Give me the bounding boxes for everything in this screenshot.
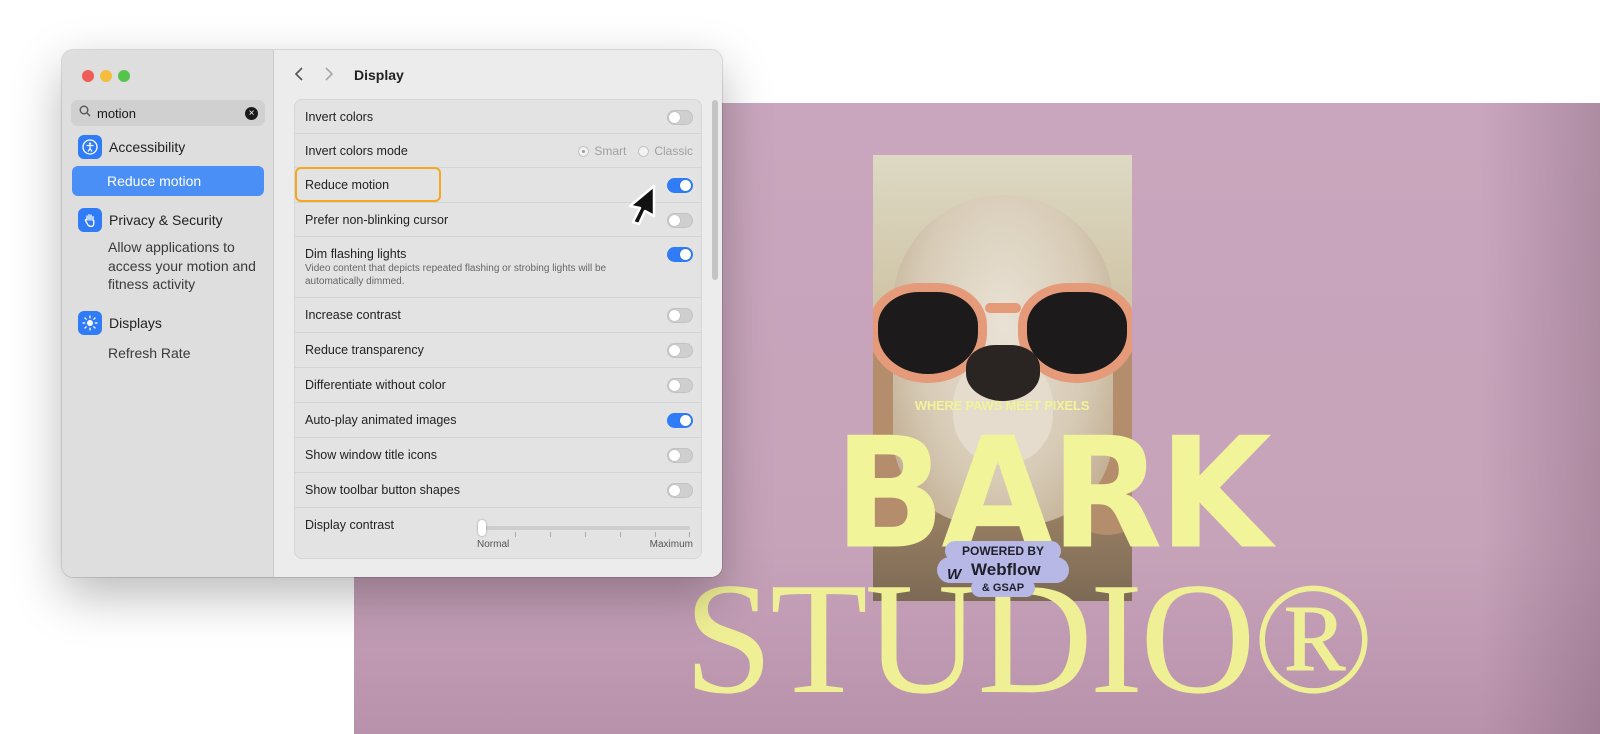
- invert-mode-radio-group: Smart Classic: [578, 144, 693, 158]
- row-differentiate-without-color: Differentiate without color: [295, 368, 701, 403]
- sunglasses-bridge: [985, 303, 1021, 313]
- row-display-contrast: Display contrast Normal Maximum: [295, 508, 701, 558]
- toggle-window-title-icons[interactable]: [667, 448, 693, 463]
- row-label: Dim flashing lights: [305, 247, 407, 261]
- radio-label: Smart: [594, 144, 627, 158]
- row-show-window-title-icons: Show window title icons: [295, 438, 701, 473]
- radio-smart[interactable]: Smart: [578, 144, 626, 158]
- radio-dot: [638, 145, 650, 157]
- chevron-right-icon[interactable]: [324, 66, 334, 87]
- minimize-window-button[interactable]: [100, 70, 112, 82]
- row-invert-colors-mode: Invert colors mode Smart Classic: [295, 134, 701, 168]
- row-increase-contrast: Increase contrast: [295, 298, 701, 333]
- slider-tick: [550, 532, 551, 537]
- row-reduce-transparency: Reduce transparency: [295, 333, 701, 368]
- sidebar-item-label: Accessibility: [109, 139, 186, 155]
- toggle-increase-contrast[interactable]: [667, 308, 693, 323]
- sun-icon: [78, 311, 102, 335]
- row-label: Reduce transparency: [305, 343, 424, 357]
- sidebar-item-reduce-motion[interactable]: Reduce motion: [72, 166, 264, 196]
- slider-tick: [689, 532, 690, 537]
- toggle-reduce-transparency[interactable]: [667, 343, 693, 358]
- sidebar: × Accessibility Reduce motion Privacy & …: [62, 50, 274, 577]
- search-field[interactable]: ×: [71, 100, 265, 126]
- slider-knob[interactable]: [478, 520, 486, 536]
- page-title: Display: [354, 67, 404, 83]
- dog-nose: [966, 345, 1040, 401]
- sidebar-item-accessibility[interactable]: Accessibility: [78, 135, 185, 159]
- radio-label: Classic: [654, 144, 693, 158]
- toggle-auto-play-animated-images[interactable]: [667, 413, 693, 428]
- search-icon: [79, 105, 91, 117]
- sidebar-item-motion-fitness[interactable]: Allow applications to access your motion…: [108, 238, 268, 294]
- slider-max-label: Maximum: [649, 539, 693, 550]
- search-highlight-box: [295, 167, 441, 202]
- main-pane: Display Invert colors Invert colors mode…: [274, 50, 722, 577]
- slider-tick: [585, 532, 586, 537]
- search-input[interactable]: [97, 103, 237, 123]
- sidebar-item-refresh-rate[interactable]: Refresh Rate: [108, 345, 190, 361]
- close-window-button[interactable]: [82, 70, 94, 82]
- sidebar-item-privacy[interactable]: Privacy & Security: [78, 208, 223, 232]
- row-dim-flashing-lights: Dim flashing lights Video content that d…: [295, 237, 701, 298]
- row-label: Invert colors: [305, 110, 374, 124]
- chevron-left-icon[interactable]: [294, 66, 304, 87]
- row-auto-play-animated-images: Auto-play animated images: [295, 403, 701, 438]
- slider-tick: [515, 532, 516, 537]
- slider-tick: [655, 532, 656, 537]
- scrollbar[interactable]: [712, 100, 718, 280]
- radio-dot: [578, 145, 590, 157]
- row-invert-colors: Invert colors: [295, 100, 701, 134]
- hand-icon: [78, 208, 102, 232]
- toggle-non-blinking-cursor[interactable]: [667, 213, 693, 228]
- row-label: Display contrast: [305, 518, 394, 532]
- mouse-cursor-icon: [628, 184, 656, 226]
- badge-gsap: & GSAP: [971, 579, 1035, 597]
- clear-search-icon[interactable]: ×: [245, 107, 258, 120]
- row-label: Invert colors mode: [305, 144, 408, 158]
- sidebar-item-label: Displays: [109, 315, 162, 331]
- display-contrast-slider[interactable]: [478, 520, 690, 537]
- row-label: Increase contrast: [305, 308, 401, 322]
- row-label: Show toolbar button shapes: [305, 483, 460, 497]
- accessibility-icon: [78, 135, 102, 159]
- webflow-icon: W: [947, 566, 962, 583]
- toggle-reduce-motion[interactable]: [667, 178, 693, 193]
- settings-window: × Accessibility Reduce motion Privacy & …: [62, 50, 722, 577]
- badge-brand-label: Webflow: [971, 560, 1041, 579]
- zoom-window-button[interactable]: [118, 70, 130, 82]
- row-description: Video content that depicts repeated flas…: [305, 263, 607, 287]
- toggle-invert-colors[interactable]: [667, 110, 693, 125]
- sidebar-item-displays[interactable]: Displays: [78, 311, 162, 335]
- slider-tick: [620, 532, 621, 537]
- row-label: Show window title icons: [305, 448, 438, 462]
- sidebar-item-label: Privacy & Security: [109, 212, 223, 228]
- powered-by-badge[interactable]: POWERED BY W Webflow & GSAP: [937, 541, 1069, 597]
- toggle-differentiate-without-color[interactable]: [667, 378, 693, 393]
- settings-panel: Invert colors Invert colors mode Smart C…: [294, 99, 702, 559]
- row-label: Auto-play animated images: [305, 413, 457, 427]
- row-show-toolbar-button-shapes: Show toolbar button shapes: [295, 473, 701, 508]
- radio-classic[interactable]: Classic: [638, 144, 693, 158]
- toggle-dim-flashing-lights[interactable]: [667, 247, 693, 262]
- toggle-toolbar-button-shapes[interactable]: [667, 483, 693, 498]
- row-label: Differentiate without color: [305, 378, 446, 392]
- row-label: Prefer non-blinking cursor: [305, 213, 449, 227]
- slider-min-label: Normal: [477, 539, 510, 550]
